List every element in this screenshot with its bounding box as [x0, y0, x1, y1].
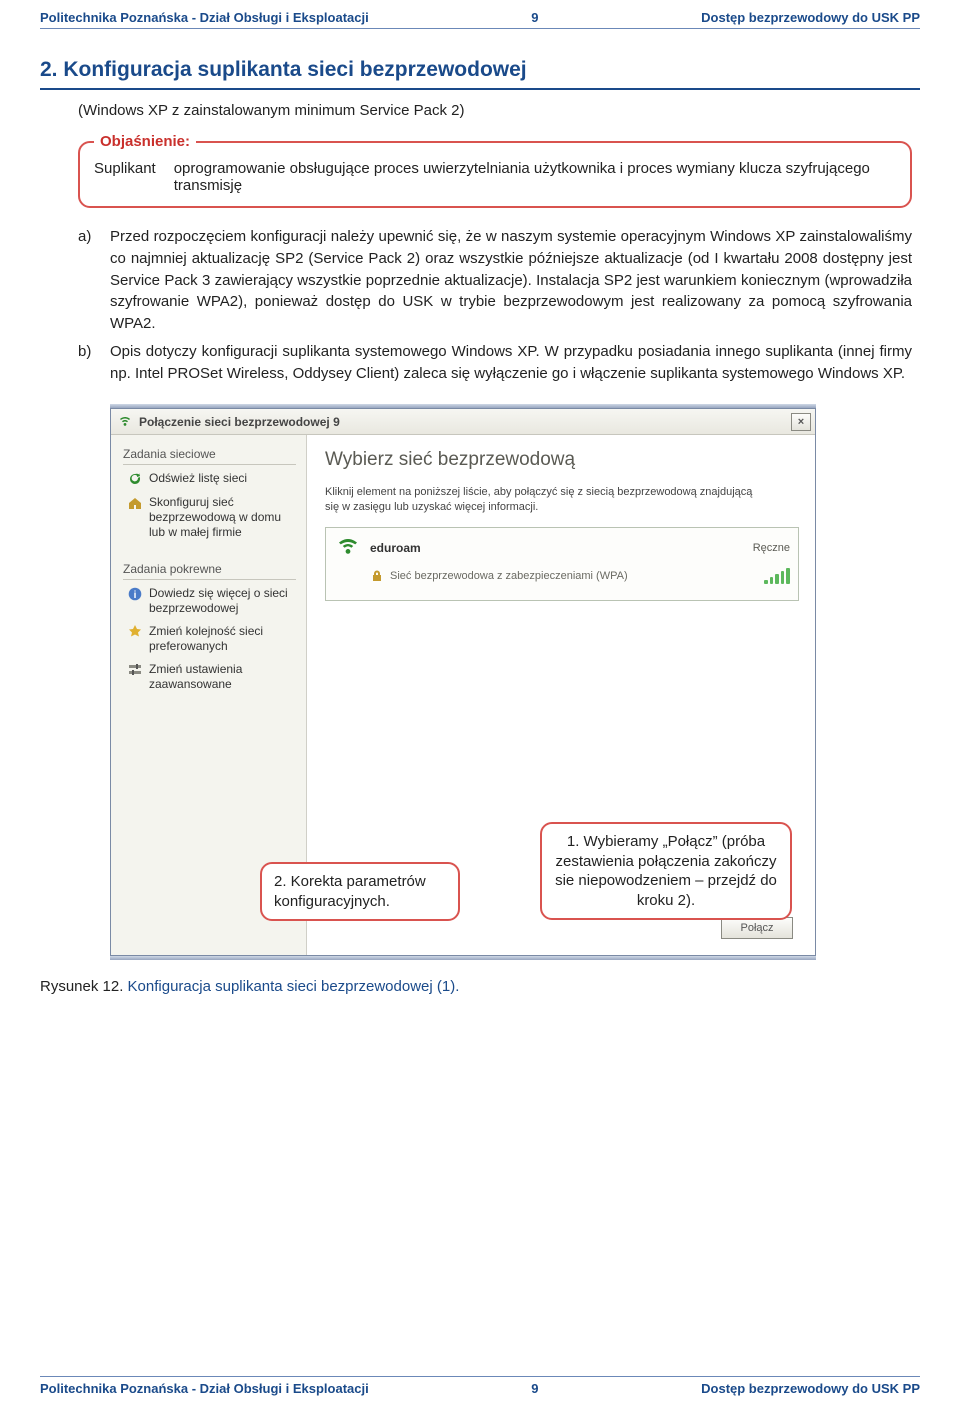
header-left: Politechnika Poznańska - Dział Obsługi i…	[40, 10, 369, 25]
choose-network-desc: Kliknij element na poniższej liście, aby…	[325, 485, 755, 515]
section-heading: 2. Konfiguracja suplikanta sieci bezprze…	[40, 50, 920, 90]
screenshot-figure: Połączenie sieci bezprzewodowej 9 × Zada…	[110, 404, 816, 960]
task-label: Zmień ustawienia zaawansowane	[149, 662, 296, 692]
list-item-b: b) Opis dotyczy konfiguracji suplikanta …	[78, 341, 912, 385]
task-configure-network[interactable]: Skonfiguruj sieć bezprzewodową w domu lu…	[127, 495, 296, 540]
svg-text:i: i	[134, 590, 137, 601]
annotation-step-1: 1. Wybieramy „Połącz” (próba zestawienia…	[540, 822, 792, 920]
home-network-icon	[127, 495, 143, 511]
figure-caption: Rysunek 12. Konfiguracja suplikanta siec…	[40, 978, 920, 995]
footer-right: Dostęp bezprzewodowy do USK PP	[701, 1381, 920, 1396]
info-icon: i	[127, 586, 143, 602]
list-item-a: a) Przed rozpoczęciem konfiguracji należ…	[78, 226, 912, 335]
window-titlebar: Połączenie sieci bezprzewodowej 9 ×	[111, 409, 815, 435]
wireless-icon	[334, 534, 362, 562]
network-security: Sieć bezprzewodowa z zabezpieczeniami (W…	[390, 570, 628, 582]
sidebar-group-related-tasks: Zadania pokrewne	[123, 562, 296, 580]
list-letter: a)	[78, 226, 110, 335]
callout-definition: oprogramowanie obsługujące proces uwierz…	[174, 160, 896, 194]
explanation-callout: Objaśnienie: Suplikant oprogramowanie ob…	[78, 133, 912, 208]
task-learn-more[interactable]: i Dowiedz się więcej o sieci bezprzewodo…	[127, 586, 296, 616]
sidebar-group-network-tasks: Zadania sieciowe	[123, 447, 296, 465]
window-title: Połączenie sieci bezprzewodowej 9	[139, 415, 791, 429]
network-mode: Ręczne	[753, 542, 790, 554]
close-button[interactable]: ×	[791, 413, 811, 431]
choose-network-title: Wybierz sieć bezprzewodową	[325, 449, 799, 471]
header-page: 9	[369, 10, 701, 25]
task-refresh-list[interactable]: Odśwież listę sieci	[127, 471, 296, 487]
task-change-order[interactable]: Zmień kolejność sieci preferowanych	[127, 624, 296, 654]
task-label: Dowiedz się więcej o sieci bezprzewodowe…	[149, 586, 296, 616]
callout-legend: Objaśnienie:	[94, 133, 196, 150]
task-label: Zmień kolejność sieci preferowanych	[149, 624, 296, 654]
list-letter: b)	[78, 341, 110, 385]
page-footer: Politechnika Poznańska - Dział Obsługi i…	[40, 1376, 920, 1396]
task-advanced-settings[interactable]: Zmień ustawienia zaawansowane	[127, 662, 296, 692]
footer-page: 9	[369, 1381, 701, 1396]
refresh-icon	[127, 471, 143, 487]
list-text: Opis dotyczy konfiguracji suplikanta sys…	[110, 341, 912, 385]
footer-left: Politechnika Poznańska - Dział Obsługi i…	[40, 1381, 369, 1396]
task-label: Skonfiguruj sieć bezprzewodową w domu lu…	[149, 495, 296, 540]
network-ssid: eduroam	[370, 541, 753, 555]
task-label: Odśwież listę sieci	[149, 471, 247, 486]
section-subtitle: (Windows XP z zainstalowanym minimum Ser…	[78, 102, 920, 119]
annotation-step-2: 2. Korekta parametrów konfiguracyjnych.	[260, 862, 460, 921]
lock-icon	[370, 569, 384, 583]
network-list-item[interactable]: eduroam Ręczne Sieć bezprzewodowa z zabe…	[325, 527, 799, 601]
settings-icon	[127, 662, 143, 678]
connect-button[interactable]: Połącz	[721, 917, 793, 939]
header-right: Dostęp bezprzewodowy do USK PP	[701, 10, 920, 25]
page-header: Politechnika Poznańska - Dział Obsługi i…	[40, 10, 920, 29]
figure-number: Rysunek 12.	[40, 978, 128, 995]
callout-term: Suplikant	[94, 160, 174, 194]
figure-title: Konfiguracja suplikanta sieci bezprzewod…	[128, 978, 460, 995]
wireless-icon	[117, 414, 133, 430]
list-text: Przed rozpoczęciem konfiguracji należy u…	[110, 226, 912, 335]
signal-strength-icon	[764, 568, 790, 584]
star-icon	[127, 624, 143, 640]
